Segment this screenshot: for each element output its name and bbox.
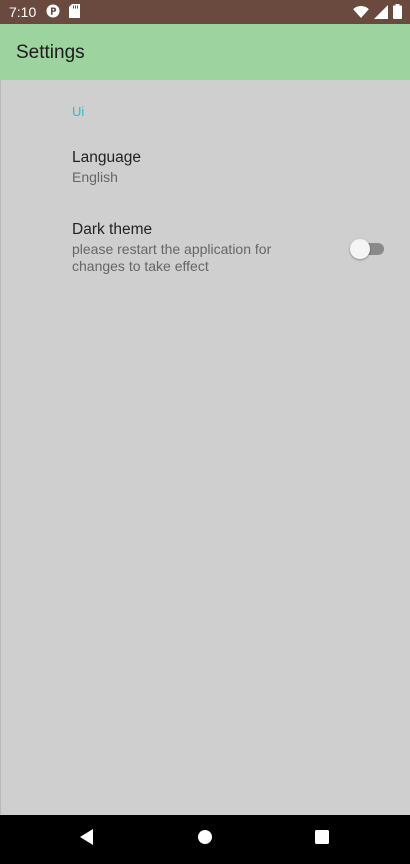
dark-theme-summary: please restart the application for chang… — [72, 241, 272, 274]
recents-button[interactable] — [310, 827, 334, 851]
navigation-bar — [0, 815, 410, 864]
app-bar: Settings — [0, 24, 410, 80]
status-right-icons — [353, 4, 402, 19]
back-button[interactable] — [74, 827, 98, 851]
sd-card-icon — [69, 4, 80, 18]
category-title-ui: Ui — [72, 104, 85, 119]
status-left-icons — [46, 4, 80, 18]
dark-theme-title: Dark theme — [72, 221, 153, 238]
language-summary: English — [72, 169, 118, 185]
dark-theme-switch[interactable] — [350, 238, 385, 260]
back-icon — [78, 828, 94, 851]
status-bar: 7:10 — [0, 0, 410, 24]
recents-icon — [314, 829, 330, 850]
notification-app-icon — [46, 4, 60, 18]
page-title: Settings — [16, 42, 85, 63]
language-preference[interactable]: Language English — [1, 146, 410, 190]
signal-icon — [374, 4, 388, 19]
home-icon — [197, 829, 213, 850]
switch-thumb — [350, 239, 370, 259]
dark-theme-preference[interactable]: Dark theme please restart the applicatio… — [1, 218, 410, 278]
status-time: 7:10 — [9, 4, 37, 20]
home-button[interactable] — [193, 827, 217, 851]
settings-list: Ui Language English Dark theme please re… — [0, 80, 410, 815]
wifi-icon — [353, 5, 369, 19]
battery-icon — [393, 4, 402, 19]
language-title: Language — [72, 149, 141, 166]
